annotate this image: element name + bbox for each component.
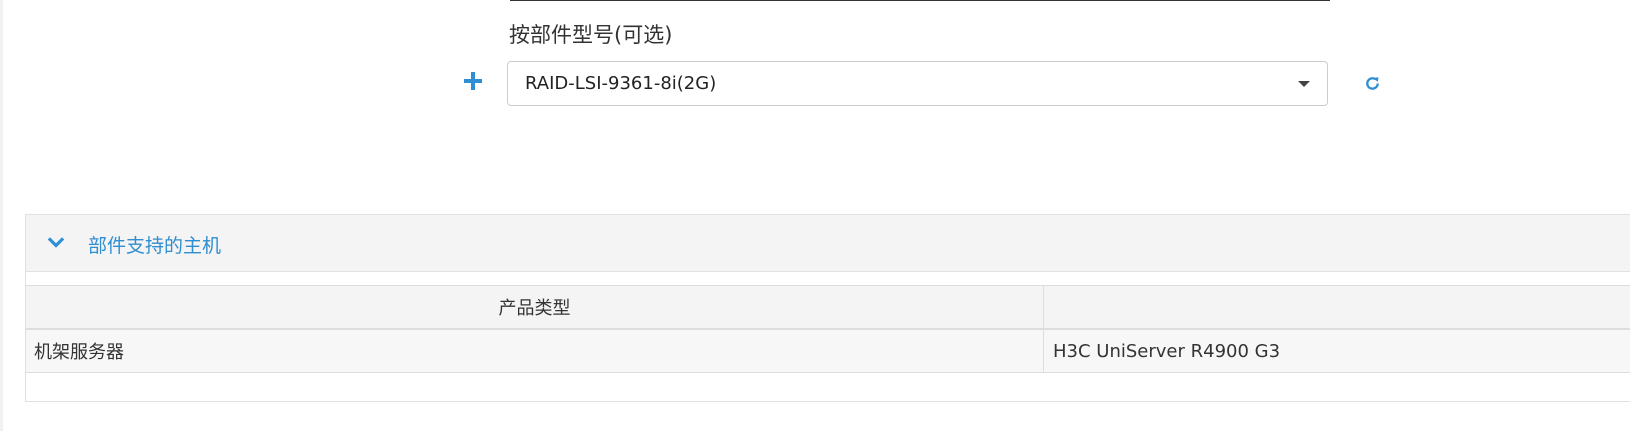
part-model-selected-value: RAID-LSI-9361-8i(2G): [525, 73, 717, 94]
part-model-filter-label: 按部件型号(可选): [509, 23, 673, 47]
page-left-border: [0, 0, 3, 431]
cell-product-type: 机架服务器: [26, 330, 1044, 372]
panel-title: 部件支持的主机: [88, 235, 222, 257]
caret-down-icon: [1298, 81, 1310, 87]
supported-hosts-table: 产品类型 机架服务器 H3C UniServer R4900 G3: [26, 285, 1630, 373]
column-header-product-type[interactable]: 产品类型: [26, 286, 1044, 328]
panel-header[interactable]: 部件支持的主机: [26, 215, 1630, 272]
table-row[interactable]: 机架服务器 H3C UniServer R4900 G3: [26, 330, 1630, 373]
supported-hosts-panel: 部件支持的主机 产品类型 机架服务器 H3C UniServer R4900 G…: [25, 214, 1630, 402]
cell-model: H3C UniServer R4900 G3: [1053, 340, 1281, 362]
column-header-model[interactable]: [1044, 286, 1630, 328]
part-model-select[interactable]: RAID-LSI-9361-8i(2G): [507, 61, 1328, 106]
chevron-down-icon: [47, 234, 65, 248]
refresh-icon[interactable]: [1363, 74, 1382, 93]
plus-icon[interactable]: [464, 72, 482, 90]
top-divider: [510, 0, 1330, 1]
table-header-row: 产品类型: [26, 286, 1630, 330]
